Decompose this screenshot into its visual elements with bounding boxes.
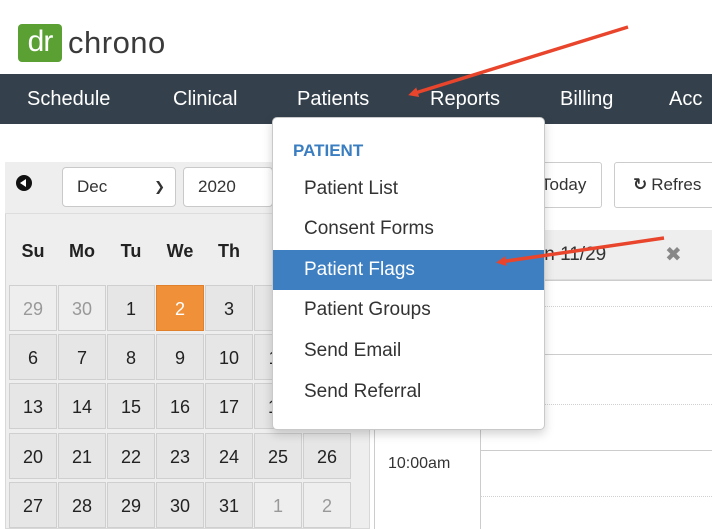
calendar-day[interactable]: 14 bbox=[58, 383, 106, 429]
menu-item-patient-list[interactable]: Patient List bbox=[273, 169, 544, 209]
calendar-day[interactable]: 28 bbox=[58, 482, 106, 528]
calendar-day[interactable]: 13 bbox=[9, 383, 57, 429]
calendar-day[interactable]: 29 bbox=[9, 285, 57, 331]
time-label: 10:00am bbox=[388, 455, 451, 472]
calendar-day[interactable]: 21 bbox=[58, 433, 106, 479]
calendar-day[interactable]: 15 bbox=[107, 383, 155, 429]
weekday-label: Mo bbox=[69, 241, 95, 261]
month-select[interactable]: Dec ❯ bbox=[62, 167, 176, 207]
calendar-day[interactable]: 17 bbox=[205, 383, 253, 429]
calendar-day[interactable]: 10 bbox=[205, 334, 253, 380]
calendar-day[interactable]: 16 bbox=[156, 383, 204, 429]
calendar-day[interactable]: 3 bbox=[205, 285, 253, 331]
calendar-day[interactable]: 24 bbox=[205, 433, 253, 479]
menu-item-consent-forms[interactable]: Consent Forms bbox=[273, 209, 544, 249]
calendar-day[interactable]: 2 bbox=[303, 482, 351, 528]
schedule-date-label: in 11/29 bbox=[540, 244, 607, 265]
year-select[interactable]: 2020 bbox=[183, 167, 273, 207]
weekday-label: Th bbox=[218, 241, 240, 261]
refresh-icon: ↻ bbox=[633, 175, 648, 194]
weekday-label: We bbox=[166, 241, 194, 261]
prev-month-icon[interactable] bbox=[16, 175, 32, 191]
calendar-day[interactable]: 6 bbox=[9, 334, 57, 380]
calendar-day[interactable]: 1 bbox=[107, 285, 155, 331]
weekday-label: Tu bbox=[120, 241, 142, 261]
calendar-day[interactable]: 20 bbox=[9, 433, 57, 479]
calendar-day[interactable]: 30 bbox=[156, 482, 204, 528]
calendar-day[interactable]: 31 bbox=[205, 482, 253, 528]
calendar-day[interactable]: 8 bbox=[107, 334, 155, 380]
calendar-day[interactable]: 23 bbox=[156, 433, 204, 479]
calendar-day[interactable]: 1 bbox=[254, 482, 302, 528]
calendar-day[interactable]: 26 bbox=[303, 433, 351, 479]
nav-schedule[interactable]: Schedule bbox=[27, 74, 110, 124]
chevron-down-icon: ❯ bbox=[154, 179, 165, 194]
app-logo[interactable]: dr chrono bbox=[18, 24, 166, 62]
calendar-day[interactable]: 27 bbox=[9, 482, 57, 528]
logo-text: chrono bbox=[68, 25, 166, 60]
menu-item-patient-flags[interactable]: Patient Flags bbox=[273, 250, 544, 290]
schedule-slot-line bbox=[480, 450, 712, 451]
refresh-button[interactable]: ↻ Refres bbox=[614, 162, 712, 208]
year-select-value: 2020 bbox=[198, 177, 236, 196]
schedule-slot-line bbox=[480, 496, 712, 497]
close-icon[interactable]: ✖ bbox=[665, 240, 682, 270]
logo-badge: dr bbox=[18, 24, 62, 62]
nav-account[interactable]: Acc bbox=[669, 74, 702, 124]
calendar-day[interactable]: 25 bbox=[254, 433, 302, 479]
today-button-label: Today bbox=[541, 175, 587, 194]
menu-item-patient-groups[interactable]: Patient Groups bbox=[273, 290, 544, 330]
menu-item-send-referral[interactable]: Send Referral bbox=[273, 372, 544, 412]
menu-heading: PATIENT bbox=[293, 141, 364, 160]
nav-clinical[interactable]: Clinical bbox=[173, 74, 237, 124]
calendar-day[interactable]: 22 bbox=[107, 433, 155, 479]
refresh-button-label: Refres bbox=[651, 175, 702, 194]
menu-item-send-email[interactable]: Send Email bbox=[273, 331, 544, 371]
calendar-day[interactable]: 30 bbox=[58, 285, 106, 331]
month-select-value: Dec bbox=[77, 177, 108, 196]
calendar-day[interactable]: 2 bbox=[156, 285, 204, 331]
nav-billing[interactable]: Billing bbox=[560, 74, 613, 124]
calendar-day[interactable]: 9 bbox=[156, 334, 204, 380]
calendar-day[interactable]: 29 bbox=[107, 482, 155, 528]
weekday-label: Su bbox=[21, 241, 45, 261]
calendar-day[interactable]: 7 bbox=[58, 334, 106, 380]
